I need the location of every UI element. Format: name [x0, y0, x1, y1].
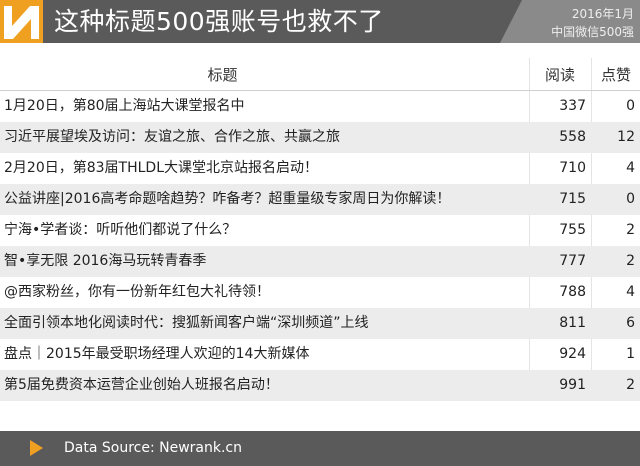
row-likes: 2	[626, 377, 635, 393]
table-row: 智•享无限 2016海马玩转青春季 777 2	[0, 246, 640, 277]
play-triangle-icon	[30, 440, 43, 456]
table-row: 第5届免费资本运营企业创始人班报名启动！ 991 2	[0, 370, 640, 401]
row-reads: 991	[559, 377, 586, 393]
column-header-title: 标题	[207, 66, 238, 84]
row-reads: 811	[559, 315, 586, 331]
table-row: 公益讲座|2016高考命题啥趋势？咋备考？超重量级专家周日为你解读！ 715 0	[0, 184, 640, 215]
row-reads: 777	[559, 253, 586, 269]
logo-icon	[0, 0, 43, 43]
row-reads: 755	[559, 222, 586, 238]
row-title: 全面引领本地化阅读时代：搜狐新闻客户端“深圳频道”上线	[4, 315, 369, 331]
row-likes: 0	[626, 191, 635, 207]
row-reads: 558	[559, 129, 586, 145]
data-source-label: Data Source: Newrank.cn	[64, 440, 243, 456]
row-title: 习近平展望埃及访问：友谊之旅、合作之旅、共赢之旅	[4, 129, 340, 145]
header-bar: 这种标题500强账号也救不了 2016年1月 中国微信500强	[0, 0, 640, 43]
row-likes: 6	[626, 315, 635, 331]
date-label: 2016年1月	[571, 7, 634, 21]
footer-bar: Data Source: Newrank.cn	[0, 431, 640, 466]
row-likes: 12	[617, 129, 635, 145]
row-reads: 337	[559, 98, 586, 114]
table-row: @西家粉丝，你有一份新年红包大礼待领！ 788 4	[0, 277, 640, 308]
table-row: 全面引领本地化阅读时代：搜狐新闻客户端“深圳频道”上线 811 6	[0, 308, 640, 339]
row-reads: 924	[559, 346, 586, 362]
page-title: 这种标题500强账号也救不了	[54, 7, 384, 36]
row-reads: 788	[559, 284, 586, 300]
table-row: 1月20日，第80届上海站大课堂报名中 337 0	[0, 91, 640, 122]
row-title: @西家粉丝，你有一份新年红包大礼待领！	[4, 284, 270, 300]
subtitle-label: 中国微信500强	[551, 25, 634, 39]
table-header: 标题 阅读 点赞	[0, 58, 640, 91]
table-row: 宁海•学者谈：听听他们都说了什么？ 755 2	[0, 215, 640, 246]
ranking-table: 标题 阅读 点赞 1月20日，第80届上海站大课堂报名中 337 0 习近平展望…	[0, 58, 640, 401]
row-likes: 2	[626, 222, 635, 238]
row-likes: 0	[626, 98, 635, 114]
row-title: 第5届免费资本运营企业创始人班报名启动！	[4, 377, 279, 393]
row-likes: 4	[626, 160, 635, 176]
row-title: 2月20日，第83届THLDL大课堂北京站报名启动！	[4, 160, 318, 176]
row-reads: 710	[559, 160, 586, 176]
row-likes: 2	[626, 253, 635, 269]
row-title: 公益讲座|2016高考命题啥趋势？咋备考？超重量级专家周日为你解读！	[4, 191, 451, 207]
row-title: 宁海•学者谈：听听他们都说了什么？	[4, 222, 237, 238]
row-title: 1月20日，第80届上海站大课堂报名中	[4, 98, 245, 114]
column-header-reads: 阅读	[544, 66, 575, 84]
row-title: 智•享无限 2016海马玩转青春季	[4, 253, 207, 269]
date-badge: 2016年1月 中国微信500强	[500, 0, 640, 43]
row-title: 盘点｜2015年最受职场经理人欢迎的14大新媒体	[4, 346, 310, 362]
table-row: 习近平展望埃及访问：友谊之旅、合作之旅、共赢之旅 558 12	[0, 122, 640, 153]
table-row: 2月20日，第83届THLDL大课堂北京站报名启动！ 710 4	[0, 153, 640, 184]
column-header-likes: 点赞	[600, 66, 631, 84]
row-likes: 1	[626, 346, 635, 362]
table-row: 盘点｜2015年最受职场经理人欢迎的14大新媒体 924 1	[0, 339, 640, 370]
row-reads: 715	[559, 191, 586, 207]
row-likes: 4	[626, 284, 635, 300]
